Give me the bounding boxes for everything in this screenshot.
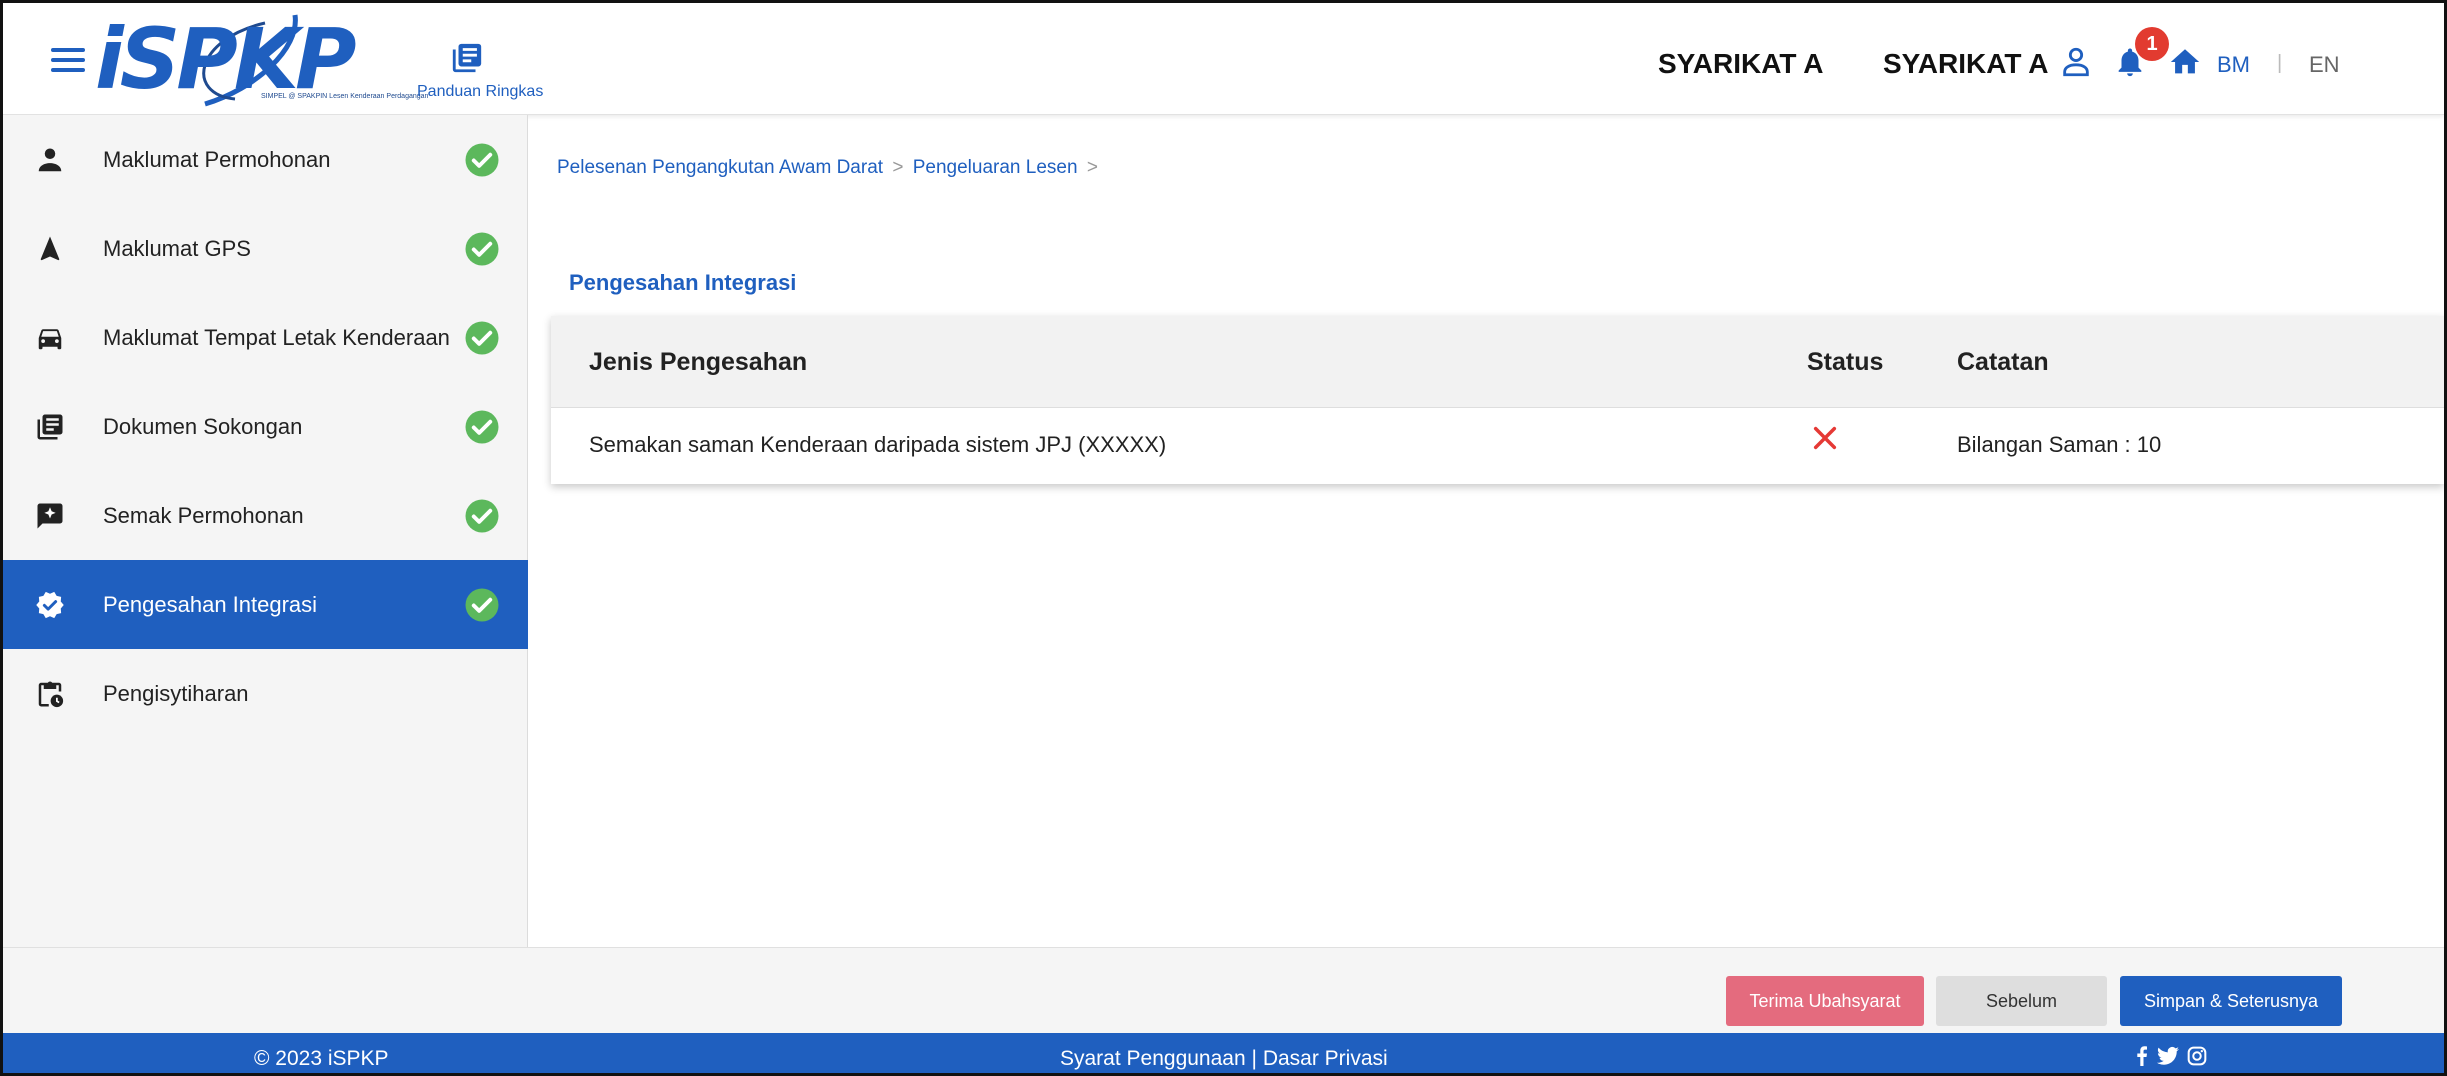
user-icon[interactable]: [2059, 45, 2093, 79]
table-header: Jenis Pengesahan Status Catatan: [551, 316, 2444, 408]
document-icon: [37, 414, 63, 440]
instagram-icon[interactable]: [2187, 1046, 2207, 1071]
twitter-icon[interactable]: [2157, 1046, 2179, 1071]
sidebar-item-maklumat-gps[interactable]: Maklumat GPS: [3, 204, 528, 293]
check-circle-icon: [465, 143, 499, 177]
column-header-status: Status: [1807, 348, 1884, 376]
footer-links: Syarat Penggunaan | Dasar Privasi: [1060, 1047, 1388, 1071]
facebook-icon[interactable]: [2135, 1046, 2149, 1071]
check-circle-icon: [465, 321, 499, 355]
accept-conditions-button[interactable]: Terima Ubahsyarat: [1726, 976, 1924, 1026]
section-title: Pengesahan Integrasi: [569, 270, 797, 295]
sidebar-nav: Maklumat Permohonan Maklumat GPS Makluma…: [3, 115, 528, 947]
user-name[interactable]: SYARIKAT A: [1883, 48, 2048, 80]
logo-tagline: SIMPEL @ SPAKPIN Lesen Kenderaan Perdaga…: [261, 93, 429, 100]
sidebar-item-pengisytiharan[interactable]: Pengisytiharan: [3, 649, 528, 738]
top-header: iSPKP SIMPEL @ SPAKPIN Lesen Kenderaan P…: [3, 3, 2444, 115]
sidebar-item-maklumat-permohonan[interactable]: Maklumat Permohonan: [3, 115, 528, 204]
row-catatan: Bilangan Saman : 10: [1957, 432, 2162, 457]
sidebar-item-label: Maklumat Tempat Letak Kenderaan: [103, 325, 450, 350]
verified-icon: [36, 591, 64, 619]
lang-en-link[interactable]: EN: [2309, 52, 2340, 78]
social-links: [2135, 1046, 2207, 1071]
column-header-catatan: Catatan: [1957, 348, 2049, 376]
save-next-button[interactable]: Simpan & Seterusnya: [2120, 976, 2342, 1026]
quick-guide-label: Panduan Ringkas: [417, 83, 544, 100]
privacy-link[interactable]: Dasar Privasi: [1263, 1047, 1388, 1070]
sidebar-item-label: Pengesahan Integrasi: [103, 592, 318, 617]
quick-guide-link[interactable]: Panduan Ringkas: [417, 41, 557, 101]
app-window: iSPKP SIMPEL @ SPAKPIN Lesen Kenderaan P…: [0, 0, 2447, 1076]
lang-separator: |: [2277, 52, 2283, 74]
sidebar-item-label: Pengisytiharan: [103, 681, 249, 706]
sidebar-item-label: Dokumen Sokongan: [103, 414, 303, 439]
sidebar-item-label: Semak Permohonan: [103, 503, 304, 528]
sidebar-item-label: Maklumat Permohonan: [103, 147, 331, 172]
review-icon: [37, 503, 63, 529]
company-name: SYARIKAT A: [1658, 48, 1824, 79]
car-icon: [38, 329, 62, 350]
previous-button[interactable]: Sebelum: [1936, 976, 2107, 1026]
check-circle-icon: [465, 232, 499, 266]
status-failed-icon: [1813, 426, 1837, 450]
sidebar-item-tempat-letak-kenderaan[interactable]: Maklumat Tempat Letak Kenderaan: [3, 293, 528, 382]
logo-text: iSPKP: [95, 10, 357, 108]
integration-table: Jenis Pengesahan Status Catatan Semakan …: [551, 316, 2444, 484]
sidebar-item-label: Maklumat GPS: [103, 236, 251, 261]
sidebar-item-pengesahan-integrasi[interactable]: Pengesahan Integrasi: [3, 560, 528, 649]
home-icon[interactable]: [2167, 45, 2203, 79]
ispkp-logo[interactable]: iSPKP SIMPEL @ SPAKPIN Lesen Kenderaan P…: [85, 9, 428, 109]
person-icon: [38, 148, 62, 172]
footer: © 2023 iSPKP Syarat Penggunaan | Dasar P…: [3, 1033, 2444, 1073]
terms-link[interactable]: Syarat Penggunaan: [1060, 1047, 1246, 1070]
notification-badge[interactable]: 1: [2135, 27, 2169, 61]
breadcrumb-item-pelesenan[interactable]: Pelesenan Pengangkutan Awam Darat: [557, 157, 883, 178]
breadcrumb: Pelesenan Pengangkutan Awam Darat > Peng…: [557, 157, 1102, 179]
row-jenis-pengesahan: Semakan saman Kenderaan daripada sistem …: [589, 432, 1167, 457]
menu-icon[interactable]: [51, 48, 85, 74]
check-circle-icon: [465, 588, 499, 622]
lang-bm-link[interactable]: BM: [2217, 52, 2250, 78]
column-header-jenis: Jenis Pengesahan: [589, 348, 808, 376]
copyright-text: © 2023 iSPKP: [254, 1047, 389, 1070]
check-circle-icon: [465, 410, 499, 444]
check-circle-icon: [465, 499, 499, 533]
guide-book-icon: [452, 43, 482, 73]
breadcrumb-separator: >: [892, 157, 904, 178]
navigation-icon: [40, 236, 60, 261]
breadcrumb-separator: >: [1086, 157, 1098, 178]
sidebar-item-semak-permohonan[interactable]: Semak Permohonan: [3, 471, 528, 560]
action-bar: Terima Ubahsyarat Sebelum Simpan & Seter…: [3, 947, 2444, 1033]
clipboard-clock-icon: [38, 681, 64, 708]
footer-divider: |: [1251, 1047, 1257, 1070]
breadcrumb-item-pengeluaran-lesen[interactable]: Pengeluaran Lesen: [913, 157, 1078, 178]
sidebar-item-dokumen-sokongan[interactable]: Dokumen Sokongan: [3, 382, 528, 471]
